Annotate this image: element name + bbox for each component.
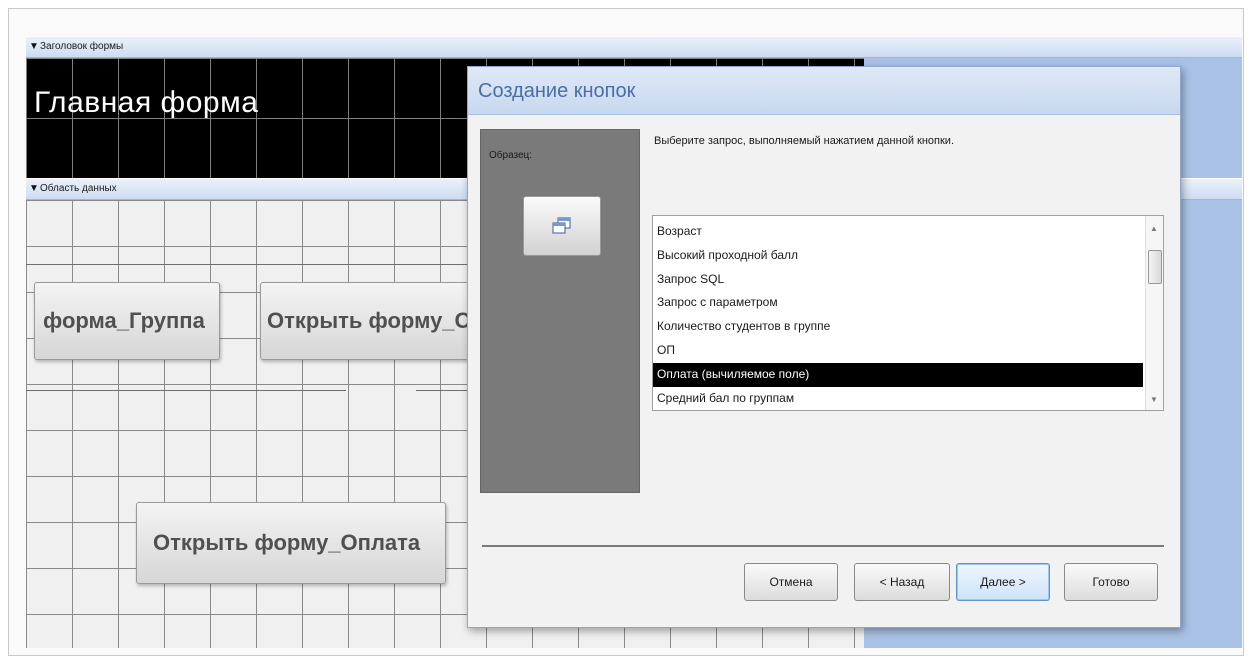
list-scrollbar[interactable]: ▲ ▼ [1145,216,1163,410]
cancel-button[interactable]: Отмена [744,563,838,601]
open-form-payment-button[interactable]: Открыть форму_Оплата [136,502,446,584]
section-arrow-icon: ▼ [29,183,39,194]
button-wizard-dialog: Создание кнопок Образец: Выберите запрос… [467,66,1181,628]
query-list: Возраст Высокий проходной балл Запрос SQ… [653,220,1143,410]
instruction-text: Выберите запрос, выполняемый нажатием да… [654,135,954,147]
grid-line [26,390,346,391]
sample-panel: Образец: [480,129,640,493]
query-item[interactable]: ОП [653,339,1143,363]
section-arrow-icon: ▼ [29,41,39,52]
sample-label: Образец: [489,150,533,161]
back-button[interactable]: < Назад [854,563,950,601]
query-item[interactable]: Возраст [653,220,1143,244]
scroll-thumb[interactable] [1148,250,1162,284]
data-section-label: Область данных [40,183,117,194]
header-section-label: Заголовок формы [40,41,124,52]
query-item[interactable]: Количество студентов в группе [653,315,1143,339]
sample-button-preview [523,196,601,256]
open-form-students-button[interactable]: Открыть форму_С [260,282,490,360]
query-item-selected[interactable]: Оплата (вычиляемое поле) [653,362,1143,387]
query-item[interactable]: Высокий проходной балл [653,244,1143,268]
run-query-icon [552,217,571,234]
query-item[interactable]: Запрос SQL [653,268,1143,292]
query-item[interactable]: Средний бал по группам [653,387,1143,410]
next-button[interactable]: Далее > [956,563,1050,601]
open-form-group-button[interactable]: форма_Группа [34,282,220,360]
finish-button[interactable]: Готово [1064,563,1158,601]
header-section-bar[interactable]: ▼ Заголовок формы [26,36,1242,58]
query-listbox[interactable]: Возраст Высокий проходной балл Запрос SQ… [652,215,1164,411]
dialog-title[interactable]: Создание кнопок [468,67,1180,115]
dialog-separator [482,545,1164,547]
scroll-down-icon[interactable]: ▼ [1150,395,1158,404]
scroll-up-icon[interactable]: ▲ [1150,224,1158,233]
form-title-label[interactable]: Главная форма [34,86,258,120]
query-item[interactable]: Запрос с параметром [653,291,1143,315]
